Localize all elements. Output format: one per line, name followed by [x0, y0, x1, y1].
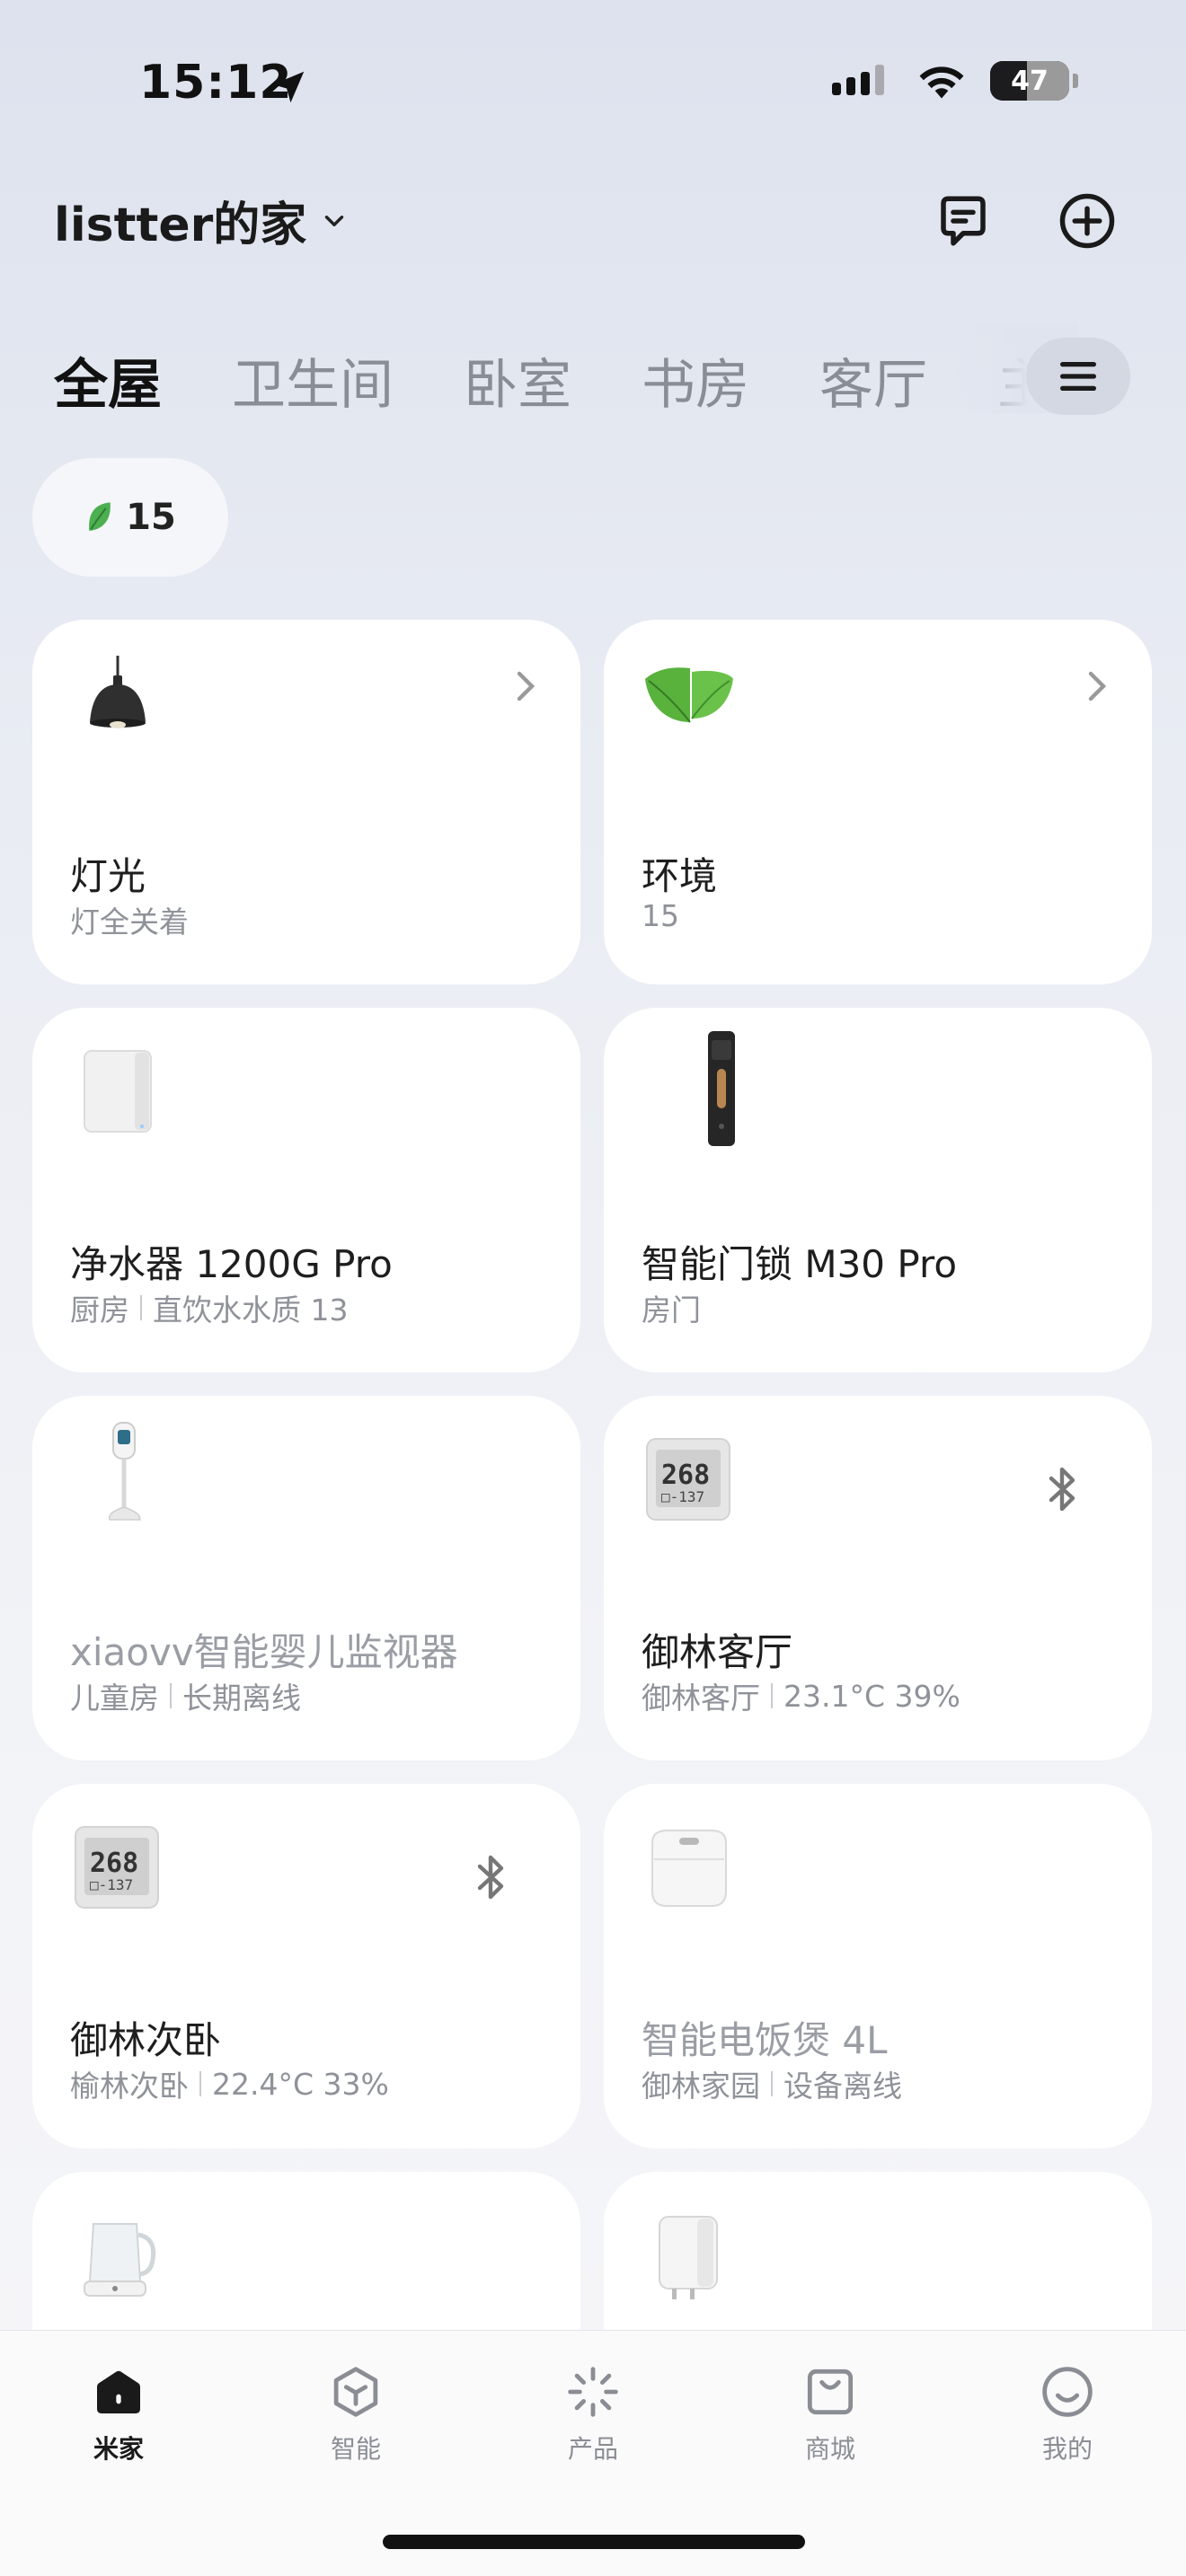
- device-status: 15: [642, 898, 679, 933]
- device-name: 御林客厅: [642, 1630, 793, 1674]
- nav-product[interactable]: 产品: [530, 2363, 656, 2466]
- room-menu-button[interactable]: [1026, 338, 1130, 415]
- battery-level: 47: [1011, 65, 1049, 97]
- device-status: 御林家园 设备离线: [642, 2069, 902, 2104]
- add-device-button[interactable]: [1055, 189, 1120, 253]
- tab-living-room[interactable]: 客厅: [819, 341, 927, 419]
- device-name: 净水器 1200G Pro: [70, 1242, 393, 1286]
- device-card-lights[interactable]: 灯光 灯全关着: [32, 620, 580, 984]
- door-lock-icon: [708, 1031, 735, 1146]
- home-name: listter的家: [54, 198, 307, 252]
- store-icon: [807, 2369, 854, 2415]
- status-indicators: 47: [832, 61, 1078, 101]
- rice-cooker-icon: [651, 1830, 727, 1907]
- tab-bathroom[interactable]: 卫生间: [232, 341, 394, 419]
- home-indicator: [383, 2535, 805, 2549]
- device-name: 御林次卧: [70, 2018, 222, 2062]
- tab-study[interactable]: 书房: [642, 341, 749, 419]
- battery-indicator: 47: [990, 61, 1069, 101]
- nav-smart[interactable]: 智能: [293, 2363, 419, 2466]
- nav-profile[interactable]: 我的: [1005, 2363, 1130, 2466]
- environment-chip[interactable]: 15: [32, 458, 228, 577]
- plus-circle-icon: [1059, 193, 1115, 249]
- home-icon: [97, 2370, 140, 2413]
- thermometer-hygrometer-icon: 268 □-137: [75, 1826, 159, 1909]
- device-card-baby-monitor[interactable]: xiaovv智能婴儿监视器 儿童房 长期离线: [32, 1396, 580, 1760]
- device-name: xiaovv智能婴儿监视器: [70, 1630, 458, 1674]
- svg-text:□-137: □-137: [90, 1876, 133, 1893]
- device-card-environment[interactable]: 环境 15: [604, 620, 1152, 984]
- bluetooth-icon: [1049, 1467, 1075, 1512]
- water-purifier-icon: [84, 1050, 152, 1133]
- device-status: 儿童房 长期离线: [70, 1681, 301, 1716]
- device-card-second-bedroom-sensor[interactable]: 268 □-137 御林次卧 榆林次卧 22.4°C 33%: [32, 1784, 580, 2148]
- chevron-right-icon: [517, 671, 535, 701]
- device-card-living-room-sensor[interactable]: 268 □-137 御林客厅 御林客厅 23.1°C 39%: [604, 1396, 1152, 1760]
- room-tabs: 全屋 卫生间 卧室 书房 客厅 主: [54, 341, 1051, 419]
- profile-icon: [1042, 2367, 1093, 2417]
- nav-home[interactable]: 米家: [56, 2363, 181, 2466]
- environment-value: 15: [126, 497, 176, 538]
- device-card-rice-cooker[interactable]: 智能电饭煲 4L 御林家园 设备离线: [604, 1784, 1152, 2148]
- leaf-icon: [89, 502, 111, 531]
- thermometer-hygrometer-icon: 268 □-137: [646, 1438, 730, 1521]
- menu-icon: [1060, 362, 1096, 391]
- svg-text:□-137: □-137: [661, 1488, 704, 1505]
- device-name: 环境: [642, 854, 718, 898]
- device-name: 智能门锁 M30 Pro: [642, 1242, 958, 1286]
- cellular-signal-icon: [832, 65, 884, 95]
- location-arrow-icon: [272, 71, 305, 103]
- smart-icon: [333, 2367, 378, 2417]
- nav-label: 产品: [567, 2434, 618, 2464]
- tab-bedroom[interactable]: 卧室: [464, 341, 571, 419]
- device-status: 厨房 直饮水水质 13: [70, 1292, 349, 1328]
- chevron-right-icon: [1088, 671, 1107, 701]
- smart-plug-icon: [659, 2216, 718, 2299]
- tab-all[interactable]: 全屋: [54, 341, 162, 419]
- wifi-icon: [919, 66, 964, 99]
- nav-label: 智能: [330, 2434, 381, 2464]
- chevron-down-icon: [325, 215, 344, 226]
- nav-label: 米家: [93, 2434, 144, 2464]
- kettle-icon: [84, 2223, 156, 2297]
- device-card-water-purifier[interactable]: 净水器 1200G Pro 厨房 直饮水水质 13: [32, 1008, 580, 1372]
- messages-button[interactable]: [931, 189, 996, 253]
- product-icon: [568, 2367, 618, 2417]
- device-status: 房门: [642, 1292, 701, 1328]
- bluetooth-icon: [477, 1855, 504, 1900]
- nav-label: 商城: [804, 2434, 855, 2464]
- svg-text:268: 268: [661, 1460, 710, 1491]
- nav-label: 我的: [1041, 2434, 1093, 2464]
- device-name: 灯光: [70, 854, 146, 898]
- leaf-icon: [645, 667, 733, 723]
- device-status: 御林客厅 23.1°C 39%: [642, 1678, 960, 1716]
- device-status: 灯全关着: [70, 904, 189, 940]
- device-card-door-lock[interactable]: 智能门锁 M30 Pro 房门: [604, 1008, 1152, 1372]
- message-icon: [941, 196, 986, 246]
- device-name: 智能电饭煲 4L: [642, 2018, 888, 2062]
- home-selector[interactable]: listter的家: [54, 187, 350, 254]
- pendant-lamp-icon: [90, 656, 146, 728]
- baby-monitor-icon: [108, 1422, 141, 1521]
- svg-text:268: 268: [90, 1848, 138, 1879]
- device-status: 榆林次卧 22.4°C 33%: [70, 2066, 389, 2104]
- nav-store[interactable]: 商城: [767, 2363, 893, 2466]
